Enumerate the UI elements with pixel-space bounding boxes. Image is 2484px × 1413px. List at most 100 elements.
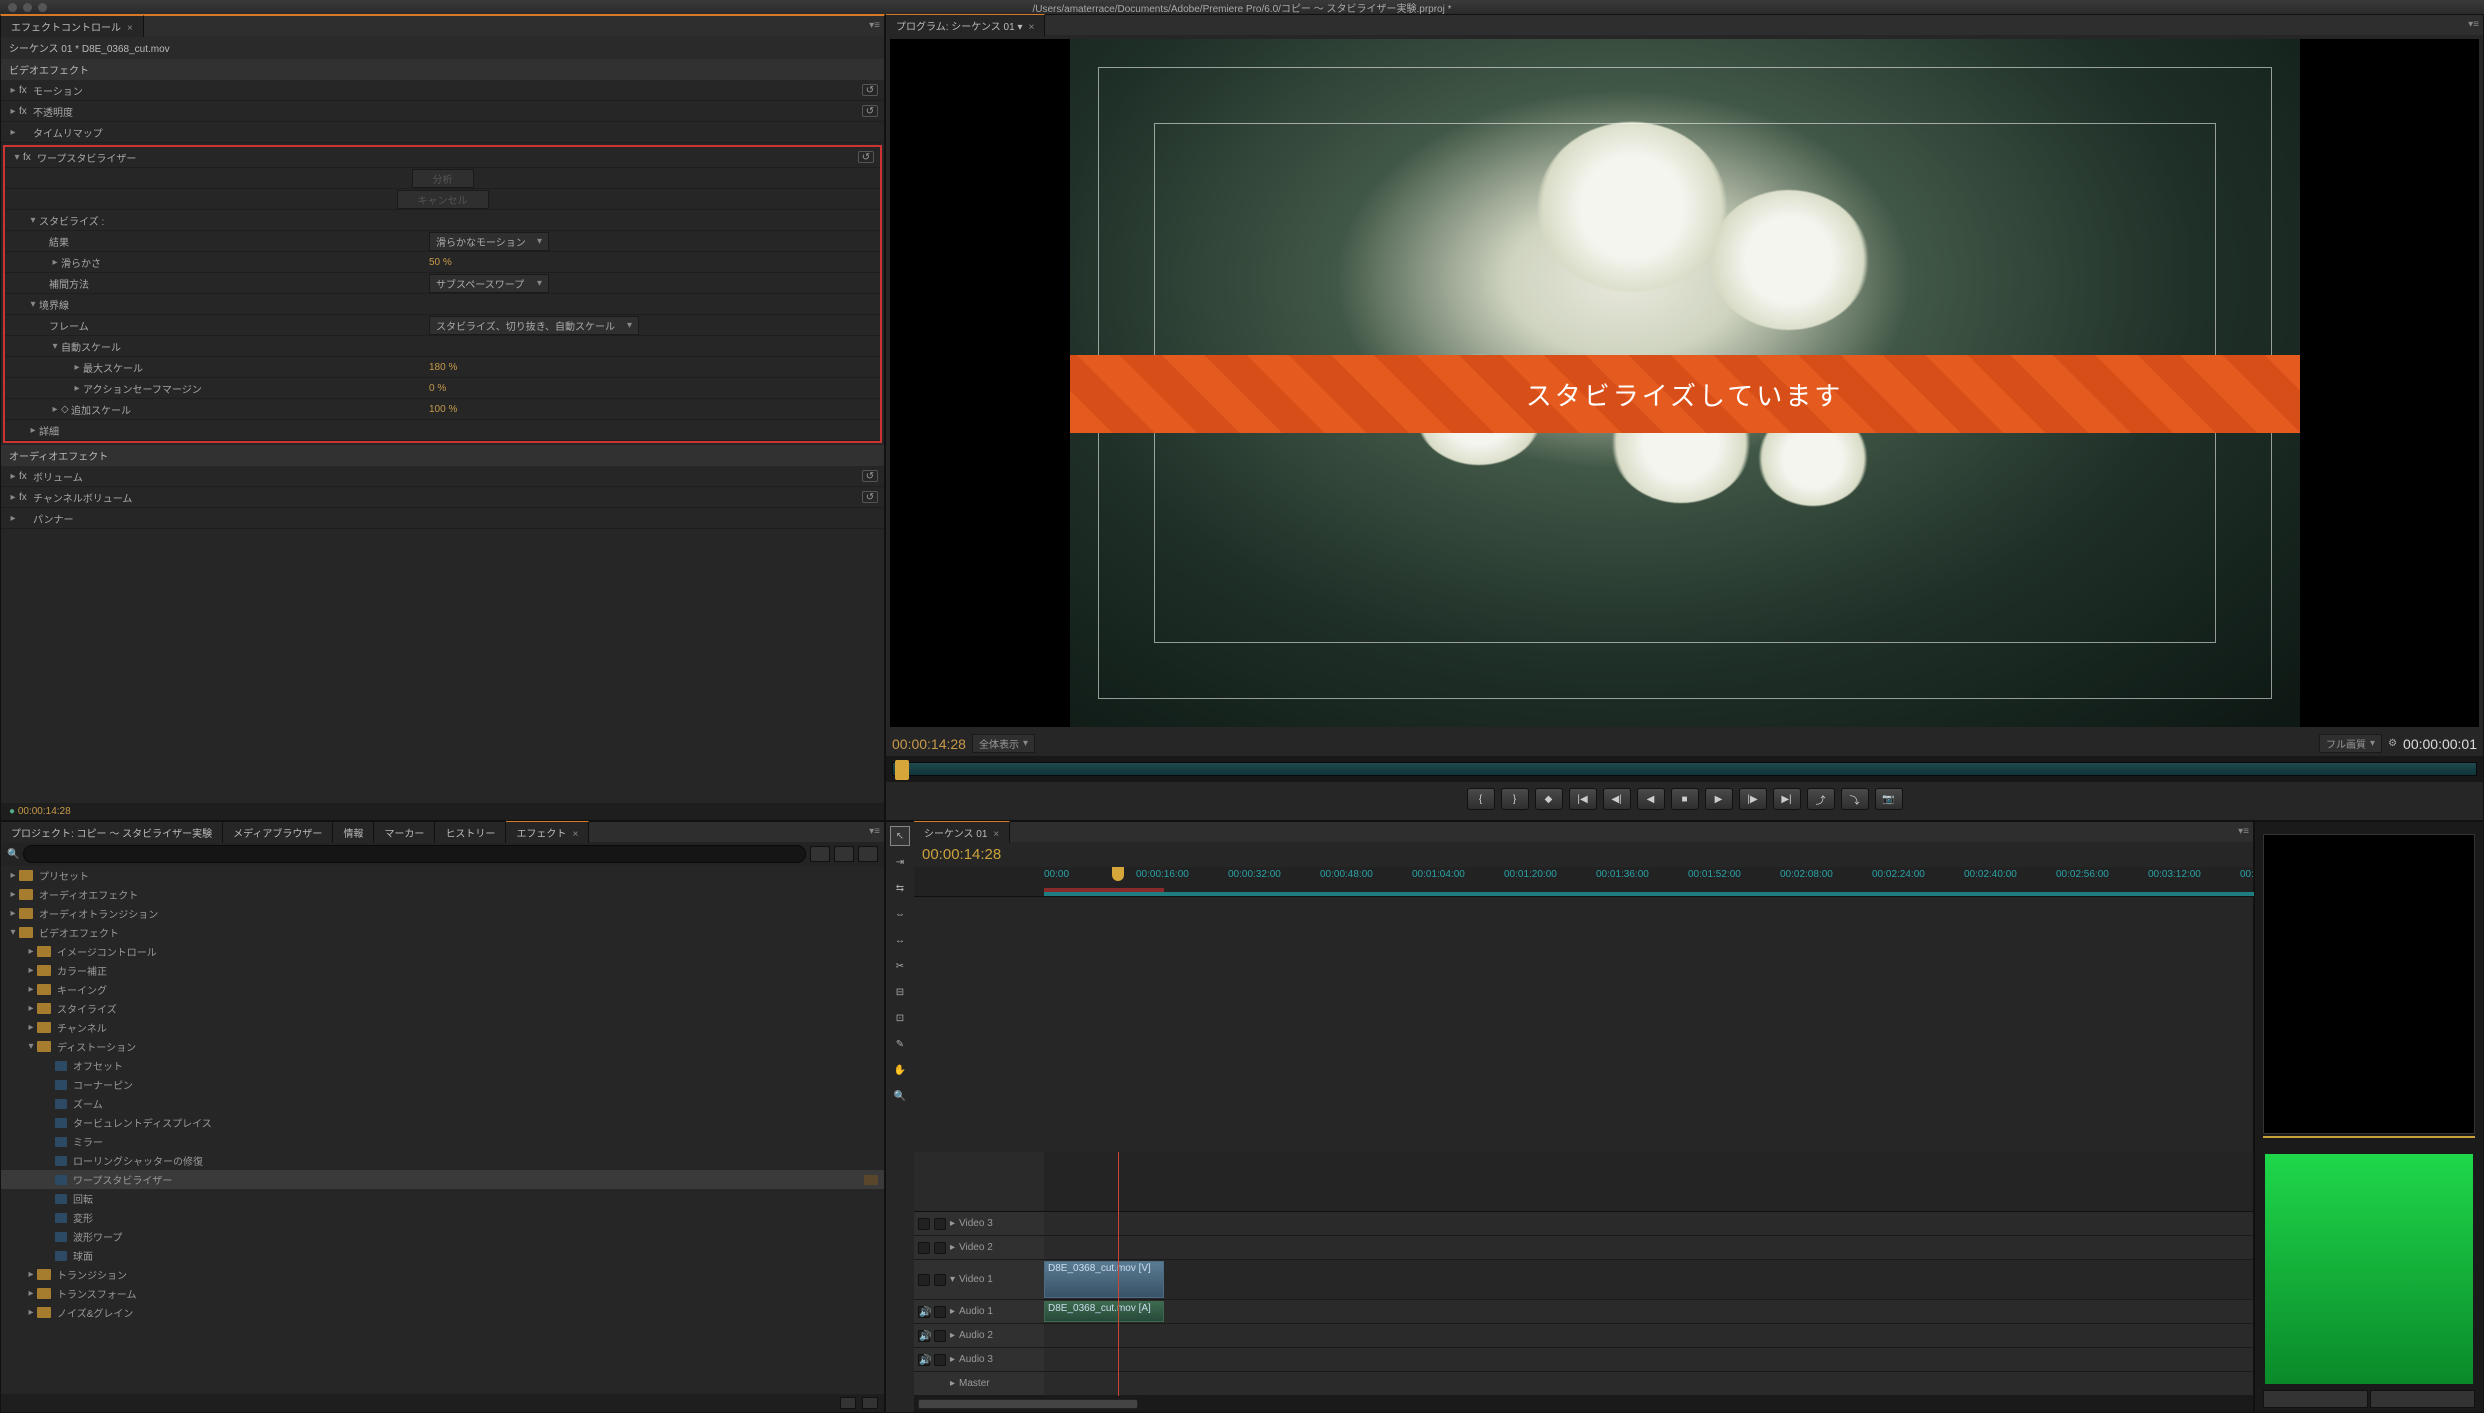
close-icon[interactable]: × <box>572 829 578 840</box>
extract-button[interactable]: ⤵ <box>1841 788 1869 810</box>
effect-controls-timecode[interactable]: 00:00:14:28 <box>18 806 71 817</box>
tab-3[interactable]: マーカー <box>374 822 435 843</box>
twirl-icon[interactable]: ▸ <box>25 1003 37 1014</box>
folder-row[interactable]: ▸トランジション <box>1 1265 884 1284</box>
method-dropdown[interactable]: サブスペースワープ <box>429 274 549 293</box>
program-timecode-left[interactable]: 00:00:14:28 <box>892 736 966 752</box>
tab-5[interactable]: エフェクト× <box>506 821 589 843</box>
mark-out-button[interactable]: } <box>1501 788 1529 810</box>
twirl-icon[interactable]: ▸ <box>25 1022 37 1033</box>
effect-row[interactable]: ミラー <box>1 1132 884 1151</box>
panel-menu-icon[interactable]: ▾≡ <box>869 20 880 31</box>
effect-row[interactable]: 変形 <box>1 1208 884 1227</box>
effect-row[interactable]: 波形ワープ <box>1 1227 884 1246</box>
program-scrubber[interactable] <box>886 756 2483 782</box>
tab-1[interactable]: メディアブラウザー <box>223 822 333 843</box>
twirl-icon[interactable]: ▸ <box>7 908 19 919</box>
twirl-icon[interactable]: ▸ <box>7 870 19 881</box>
rolling-tool[interactable]: ⇔ <box>890 904 910 924</box>
folder-row[interactable]: ▸カラー補正 <box>1 961 884 980</box>
new-bin-icon[interactable] <box>840 1397 856 1409</box>
reset-icon[interactable]: ↺ <box>862 84 878 96</box>
stop-button[interactable]: ■ <box>1671 788 1699 810</box>
folder-row[interactable]: ▸スタイライズ <box>1 999 884 1018</box>
export-frame-button[interactable]: 📷 <box>1875 788 1903 810</box>
effect-row[interactable]: 球面 <box>1 1246 884 1265</box>
track-head-v1[interactable]: ▾Video 1 <box>914 1260 1044 1300</box>
track-select-tool[interactable]: ⇥ <box>890 852 910 872</box>
play-backward-button[interactable]: ◀ <box>1637 788 1665 810</box>
effect-row[interactable]: ワープスタビライザー <box>1 1170 884 1189</box>
track-head-a2[interactable]: 🔊▸Audio 2 <box>914 1324 1044 1348</box>
twirl-icon[interactable]: ▸ <box>25 965 37 976</box>
twirl-icon[interactable]: ▾ <box>25 1041 37 1052</box>
step-forward-button[interactable]: |▶ <box>1739 788 1767 810</box>
folder-row[interactable]: ▸ノイズ&グレイン <box>1 1303 884 1322</box>
track-head-v2[interactable]: ▸Video 2 <box>914 1236 1044 1260</box>
smoothness-value[interactable]: 50 % <box>429 257 452 268</box>
quality-dropdown[interactable]: フル画質 <box>2319 734 2382 753</box>
go-to-in-button[interactable]: |◀ <box>1569 788 1597 810</box>
folder-row[interactable]: ▾ビデオエフェクト <box>1 923 884 942</box>
zoom-tool[interactable]: 🔍 <box>890 1086 910 1106</box>
rate-stretch-tool[interactable]: ↔ <box>890 930 910 950</box>
effect-row[interactable]: タービュレントディスプレイス <box>1 1113 884 1132</box>
delete-icon[interactable] <box>862 1397 878 1409</box>
slip-tool[interactable]: ⊟ <box>890 982 910 1002</box>
tab-sequence[interactable]: シーケンス 01× <box>914 821 1010 843</box>
twirl-icon[interactable]: ▸ <box>7 85 19 96</box>
play-button[interactable]: ▶ <box>1705 788 1733 810</box>
track-head-master[interactable]: ▸Master <box>914 1372 1044 1396</box>
fit-dropdown[interactable]: 全体表示 <box>972 734 1035 753</box>
slide-tool[interactable]: ⊡ <box>890 1008 910 1028</box>
track-head-a3[interactable]: 🔊▸Audio 3 <box>914 1348 1044 1372</box>
yuv-filter-icon[interactable] <box>858 846 878 862</box>
32bit-filter-icon[interactable] <box>834 846 854 862</box>
tab-0[interactable]: プロジェクト: コピー 〜 スタビライザー実験 <box>1 822 223 843</box>
hand-tool[interactable]: ✋ <box>890 1060 910 1080</box>
folder-row[interactable]: ▸プリセット <box>1 866 884 885</box>
effect-row[interactable]: ローリングシャッターの修復 <box>1 1151 884 1170</box>
result-dropdown[interactable]: 滑らかなモーション <box>429 232 549 251</box>
settings-icon[interactable]: ⚙ <box>2388 738 2397 749</box>
twirl-icon[interactable]: ▾ <box>7 927 19 938</box>
folder-row[interactable]: ▸キーイング <box>1 980 884 999</box>
tab-2[interactable]: 情報 <box>333 822 374 843</box>
playhead-line[interactable] <box>1118 1152 1119 1396</box>
accelerated-filter-icon[interactable] <box>810 846 830 862</box>
twirl-icon[interactable]: ▸ <box>25 984 37 995</box>
close-icon[interactable]: × <box>127 23 133 34</box>
solo-left-button[interactable] <box>2263 1390 2368 1408</box>
twirl-icon[interactable]: ▸ <box>25 1288 37 1299</box>
panel-menu-icon[interactable]: ▾≡ <box>869 826 880 837</box>
chevron-down-icon[interactable]: ▾ <box>1017 22 1022 33</box>
tab-effect-controls[interactable]: エフェクトコントロール× <box>1 15 144 37</box>
twirl-icon[interactable]: ▸ <box>25 1269 37 1280</box>
audio-clip[interactable]: D8E_0368_cut.mov [A] <box>1044 1301 1164 1322</box>
scrub-handle[interactable] <box>895 760 909 780</box>
folder-row[interactable]: ▸トランスフォーム <box>1 1284 884 1303</box>
program-viewer[interactable]: スタビライズしています <box>890 39 2479 727</box>
selection-tool[interactable]: ↖ <box>890 826 910 846</box>
solo-right-button[interactable] <box>2370 1390 2475 1408</box>
playhead-flag[interactable] <box>1112 867 1124 881</box>
lift-button[interactable]: ⤴ <box>1807 788 1835 810</box>
video-clip[interactable]: D8E_0368_cut.mov [V] <box>1044 1261 1164 1298</box>
razor-tool[interactable]: ✂ <box>890 956 910 976</box>
tab-program[interactable]: プログラム: シーケンス 01 ▾× <box>886 14 1045 36</box>
track-head-v3[interactable]: ▸Video 3 <box>914 1212 1044 1236</box>
ripple-tool[interactable]: ⇆ <box>890 878 910 898</box>
go-to-out-button[interactable]: ▶| <box>1773 788 1801 810</box>
twirl-icon[interactable]: ▸ <box>25 946 37 957</box>
fx-badge[interactable]: fx <box>19 85 33 96</box>
effect-row[interactable]: ズーム <box>1 1094 884 1113</box>
playhead-marker-icon[interactable]: ● <box>9 806 15 817</box>
folder-row[interactable]: ▸イメージコントロール <box>1 942 884 961</box>
lane-a3[interactable] <box>1044 1348 2253 1372</box>
timeline-ruler[interactable]: 00:0000:00:16:0000:00:32:0000:00:48:0000… <box>914 867 2253 897</box>
folder-row[interactable]: ▸チャンネル <box>1 1018 884 1037</box>
mark-in-button[interactable]: { <box>1467 788 1495 810</box>
lane-a1[interactable]: D8E_0368_cut.mov [A] <box>1044 1300 2253 1324</box>
lane-master[interactable] <box>1044 1372 2253 1396</box>
effects-search-input[interactable] <box>23 845 806 863</box>
